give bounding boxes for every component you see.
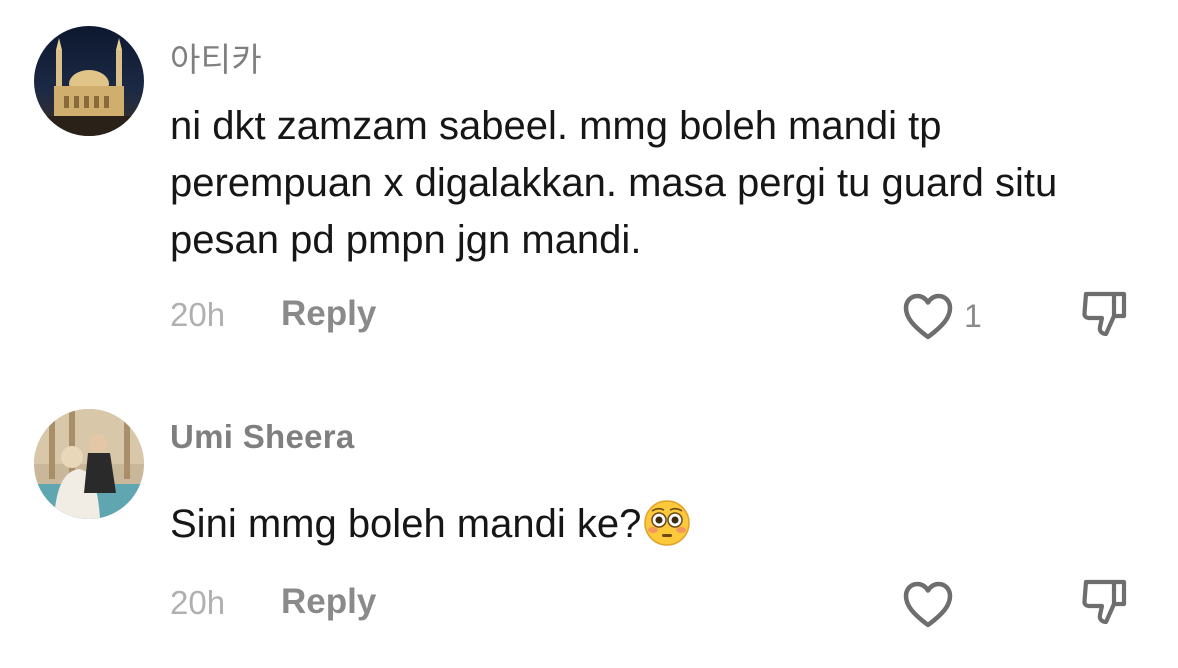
comment-username[interactable]: 아티카 [170, 33, 262, 81]
comment-item: Umi Sheera Sini mmg boleh mandi ke? 20h … [0, 380, 1178, 668]
comment-text: ni dkt zamzam sabeel. mmg boleh mandi tp… [170, 104, 1058, 262]
dislike-button[interactable] [1080, 288, 1130, 340]
comment-item: 아티카 ni dkt zamzam sabeel. mmg boleh mand… [0, 0, 1178, 370]
avatar[interactable] [34, 409, 144, 519]
woman-child-avatar-image [34, 409, 144, 519]
like-button[interactable] [902, 292, 954, 342]
thumbs-down-outline-icon [1082, 291, 1127, 337]
comment-timestamp: 20h [170, 296, 226, 333]
like-button[interactable] [902, 580, 954, 630]
comment-text: Sini mmg boleh mandi ke? [170, 496, 1130, 553]
avatar[interactable] [34, 26, 144, 136]
heart-outline-icon [903, 581, 953, 628]
thumbs-down-outline-icon [1082, 579, 1127, 625]
reply-button[interactable]: Reply [281, 582, 376, 622]
comment-text-content: Sini mmg boleh mandi ke? [170, 502, 642, 546]
dislike-button[interactable] [1080, 576, 1130, 628]
comment-username[interactable]: Umi Sheera [170, 418, 355, 456]
reply-button[interactable]: Reply [281, 294, 376, 334]
flushed-face-emoji [643, 499, 691, 547]
comment-timestamp: 20h [170, 584, 226, 621]
heart-outline-icon [903, 293, 953, 340]
mosque-avatar-image [34, 26, 144, 136]
like-count: 1 [964, 298, 982, 334]
